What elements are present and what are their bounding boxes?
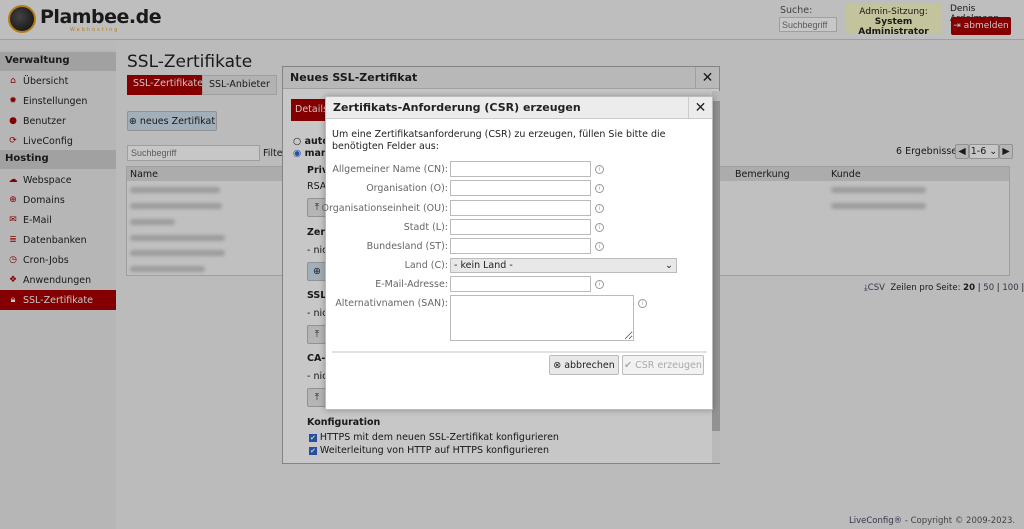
- info-icon[interactable]: i: [595, 280, 604, 289]
- create-csr-button[interactable]: ✔ CSR erzeugen: [622, 355, 704, 375]
- cancel-button[interactable]: ⊗ abbrechen: [549, 355, 619, 375]
- l-input[interactable]: [450, 219, 591, 235]
- email-label: E-Mail-Adresse:: [375, 279, 448, 290]
- san-textarea[interactable]: [450, 295, 634, 341]
- o-label: Organisation (O):: [366, 183, 448, 194]
- info-icon[interactable]: i: [595, 242, 604, 251]
- create-csr-label: CSR erzeugen: [635, 359, 702, 371]
- country-value: - kein Land -: [454, 260, 513, 271]
- info-icon[interactable]: i: [595, 204, 604, 213]
- st-input[interactable]: [450, 238, 591, 254]
- info-icon[interactable]: i: [595, 165, 604, 174]
- cancel-label: abbrechen: [564, 359, 615, 371]
- chevron-down-icon: ⌄: [665, 260, 673, 271]
- divider: [332, 351, 707, 353]
- st-label: Bundesland (ST):: [366, 241, 448, 252]
- ou-input[interactable]: [450, 200, 591, 216]
- country-select[interactable]: - kein Land - ⌄: [450, 258, 677, 273]
- info-icon[interactable]: i: [595, 184, 604, 193]
- san-label: Alternativnamen (SAN):: [335, 298, 448, 309]
- ou-label: Organisationseinheit (OU):: [321, 203, 448, 214]
- cn-label: Allgemeiner Name (CN):: [332, 164, 448, 175]
- close-icon[interactable]: ✕: [688, 97, 712, 119]
- cn-input[interactable]: [450, 161, 591, 177]
- csr-dialog-title: Zertifikats-Anforderung (CSR) erzeugen: [326, 97, 712, 119]
- cancel-circle-icon: ⊗: [553, 359, 562, 371]
- csr-dialog: Zertifikats-Anforderung (CSR) erzeugen ✕…: [321, 96, 713, 410]
- l-label: Stadt (L):: [403, 222, 448, 233]
- info-icon[interactable]: i: [595, 223, 604, 232]
- csr-intro: Um eine Zertifikatsanforderung (CSR) zu …: [332, 129, 666, 152]
- o-input[interactable]: [450, 180, 591, 196]
- info-icon[interactable]: i: [638, 299, 647, 308]
- check-icon: ✔: [624, 359, 633, 371]
- email-input[interactable]: [450, 276, 591, 292]
- country-label: Land (C):: [404, 260, 448, 271]
